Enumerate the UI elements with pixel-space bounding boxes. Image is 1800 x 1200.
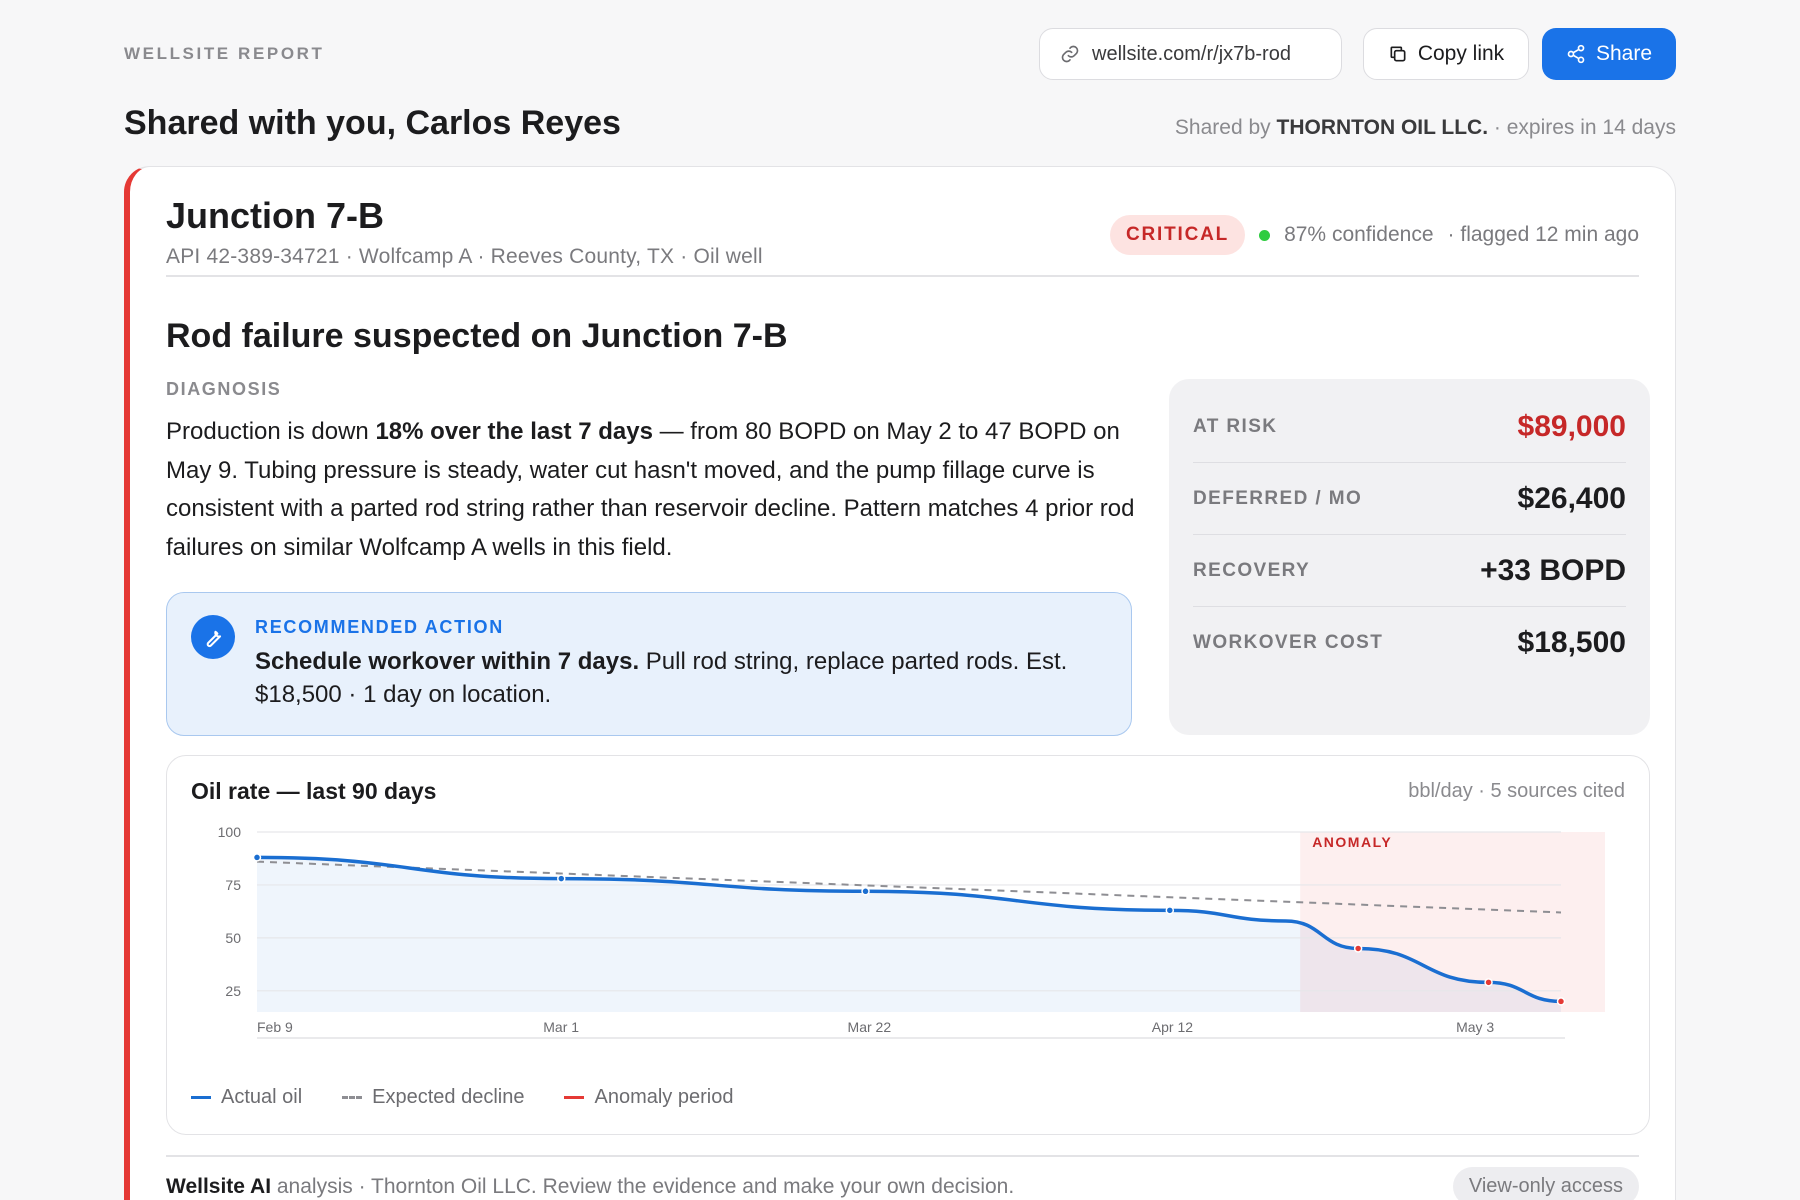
metric-label: WORKOVER COST	[1193, 632, 1384, 653]
metric-workover-cost: WORKOVER COST $18,500	[1193, 607, 1626, 679]
y-tick-label: 50	[225, 930, 241, 946]
footer-divider	[166, 1155, 1639, 1157]
confidence-dot-icon	[1259, 229, 1271, 241]
metric-label: RECOVERY	[1193, 559, 1311, 581]
metric-recovery: RECOVERY +33 BOPD	[1193, 535, 1626, 607]
data-point	[557, 874, 566, 883]
metric-deferred: DEFERRED / MO $26,400	[1193, 463, 1626, 535]
action-label: RECOMMENDED ACTION	[255, 617, 504, 637]
legend-swatch-actual	[191, 1096, 211, 1099]
action-text: Schedule workover within 7 days. Pull ro…	[255, 645, 1105, 711]
chart-subtitle: bbl/day · 5 sources cited	[1408, 780, 1625, 802]
y-tick-label: 100	[218, 824, 242, 840]
diagnosis-highlight: 18% over the last 7 days	[375, 418, 653, 445]
metric-at-risk: AT RISK $89,000	[1193, 391, 1626, 463]
legend-anomaly: Anomaly period	[564, 1086, 733, 1109]
shared-by-org: THORNTON OIL LLC.	[1276, 116, 1489, 139]
copy-link-label: Copy link	[1417, 42, 1505, 65]
data-point	[1165, 906, 1175, 915]
footer-brand: Wellsite AI	[166, 1175, 272, 1198]
diagnosis-text: Production is down 18% over the last 7 d…	[166, 413, 1136, 567]
report-eyebrow: WELLSITE REPORT	[124, 44, 325, 63]
metric-label: AT RISK	[1193, 415, 1278, 437]
y-tick-label: 25	[225, 983, 241, 999]
legend-label: Expected decline	[372, 1086, 525, 1108]
expiry-text: · expires in 14 days	[1488, 116, 1676, 139]
chart-legend: Actual oil Expected decline Anomaly peri…	[191, 1086, 733, 1109]
access-badge: View-only access	[1452, 1167, 1639, 1200]
copy-link-button[interactable]: Copy link	[1363, 28, 1529, 80]
data-point	[1556, 997, 1566, 1006]
x-tick-label: May 3	[1456, 1019, 1494, 1035]
flagged-time: · flagged 12 min ago	[1447, 223, 1639, 246]
metric-value: $18,500	[1517, 626, 1626, 659]
recommended-action: RECOMMENDED ACTION Schedule workover wit…	[166, 592, 1132, 736]
data-point	[1353, 944, 1363, 953]
anomaly-band	[1300, 832, 1605, 1012]
severity-badge: CRITICAL	[1110, 215, 1246, 255]
action-bold: Schedule workover within 7 days.	[255, 648, 640, 675]
share-button[interactable]: Share	[1542, 28, 1676, 80]
diagnosis-pre: Production is down	[166, 418, 376, 445]
report-page: WELLSITE REPORT wellsite.com/r/jx7b-rod …	[0, 0, 1800, 1200]
report-headline: Rod failure suspected on Junction 7-B	[166, 317, 788, 355]
legend-swatch-anomaly	[564, 1096, 585, 1099]
status-row: CRITICAL 87% confidence · flagged 12 min…	[1110, 215, 1639, 255]
metric-label: DEFERRED / MO	[1193, 487, 1363, 509]
legend-swatch-expected	[342, 1096, 363, 1099]
legend-label: Actual oil	[221, 1086, 303, 1108]
share-url-text: wellsite.com/r/jx7b-rod	[1092, 42, 1291, 65]
x-tick-label: Mar 1	[543, 1019, 579, 1035]
legend-actual: Actual oil	[191, 1086, 302, 1109]
link-icon	[1061, 45, 1079, 63]
chart-plot: ANOMALY 100 75 50 25 Feb 9 Mar 1 Mar 22 Apr 12 Ma…	[218, 824, 1605, 1039]
legend-expected: Expected decline	[342, 1086, 524, 1109]
shared-by-info: Shared by THORNTON OIL LLC. · expires in…	[1175, 116, 1676, 140]
wrench-icon	[191, 615, 235, 659]
shared-by-prefix: Shared by	[1174, 116, 1277, 139]
data-point	[861, 887, 870, 896]
metric-value: +33 BOPD	[1480, 553, 1626, 587]
share-url-field[interactable]: wellsite.com/r/jx7b-rod	[1039, 28, 1342, 80]
x-tick-label: Apr 12	[1152, 1019, 1193, 1035]
y-tick-label: 75	[225, 877, 241, 893]
share-icon	[1567, 44, 1585, 64]
data-point	[1484, 978, 1493, 987]
oil-rate-chart: ANOMALY 100 75 50 25 Feb 9 Mar 1 Mar 22 Apr 12 Ma…	[166, 755, 1650, 1135]
anomaly-label: ANOMALY	[1312, 834, 1392, 850]
chart-title: Oil rate — last 90 days	[191, 778, 437, 804]
header-divider	[166, 275, 1639, 277]
x-tick-label: Feb 9	[257, 1019, 293, 1035]
footer-attribution: Wellsite AI analysis · Thornton Oil LLC.…	[166, 1175, 1014, 1199]
metric-value: $26,400	[1517, 481, 1626, 515]
x-tick-label: Mar 22	[848, 1019, 892, 1035]
well-meta: API 42-389-34721 · Wolfcamp A · Reeves C…	[166, 245, 763, 268]
footer-note: analysis · Thornton Oil LLC. Review the …	[271, 1175, 1015, 1198]
well-name: Junction 7-B	[166, 195, 385, 236]
diagnosis-label: DIAGNOSIS	[166, 379, 282, 399]
data-point	[252, 853, 262, 862]
page-title: Shared with you, Carlos Reyes	[124, 104, 621, 142]
metric-value: $89,000	[1517, 409, 1626, 443]
share-label: Share	[1595, 42, 1653, 65]
copy-icon	[1390, 46, 1406, 62]
legend-label: Anomaly period	[594, 1086, 734, 1108]
confidence-text: 87% confidence	[1284, 223, 1434, 246]
report-card: Junction 7-B API 42-389-34721 · Wolfcamp…	[124, 166, 1676, 1200]
metrics-panel: AT RISK $89,000 DEFERRED / MO $26,400 RE…	[1169, 379, 1650, 735]
